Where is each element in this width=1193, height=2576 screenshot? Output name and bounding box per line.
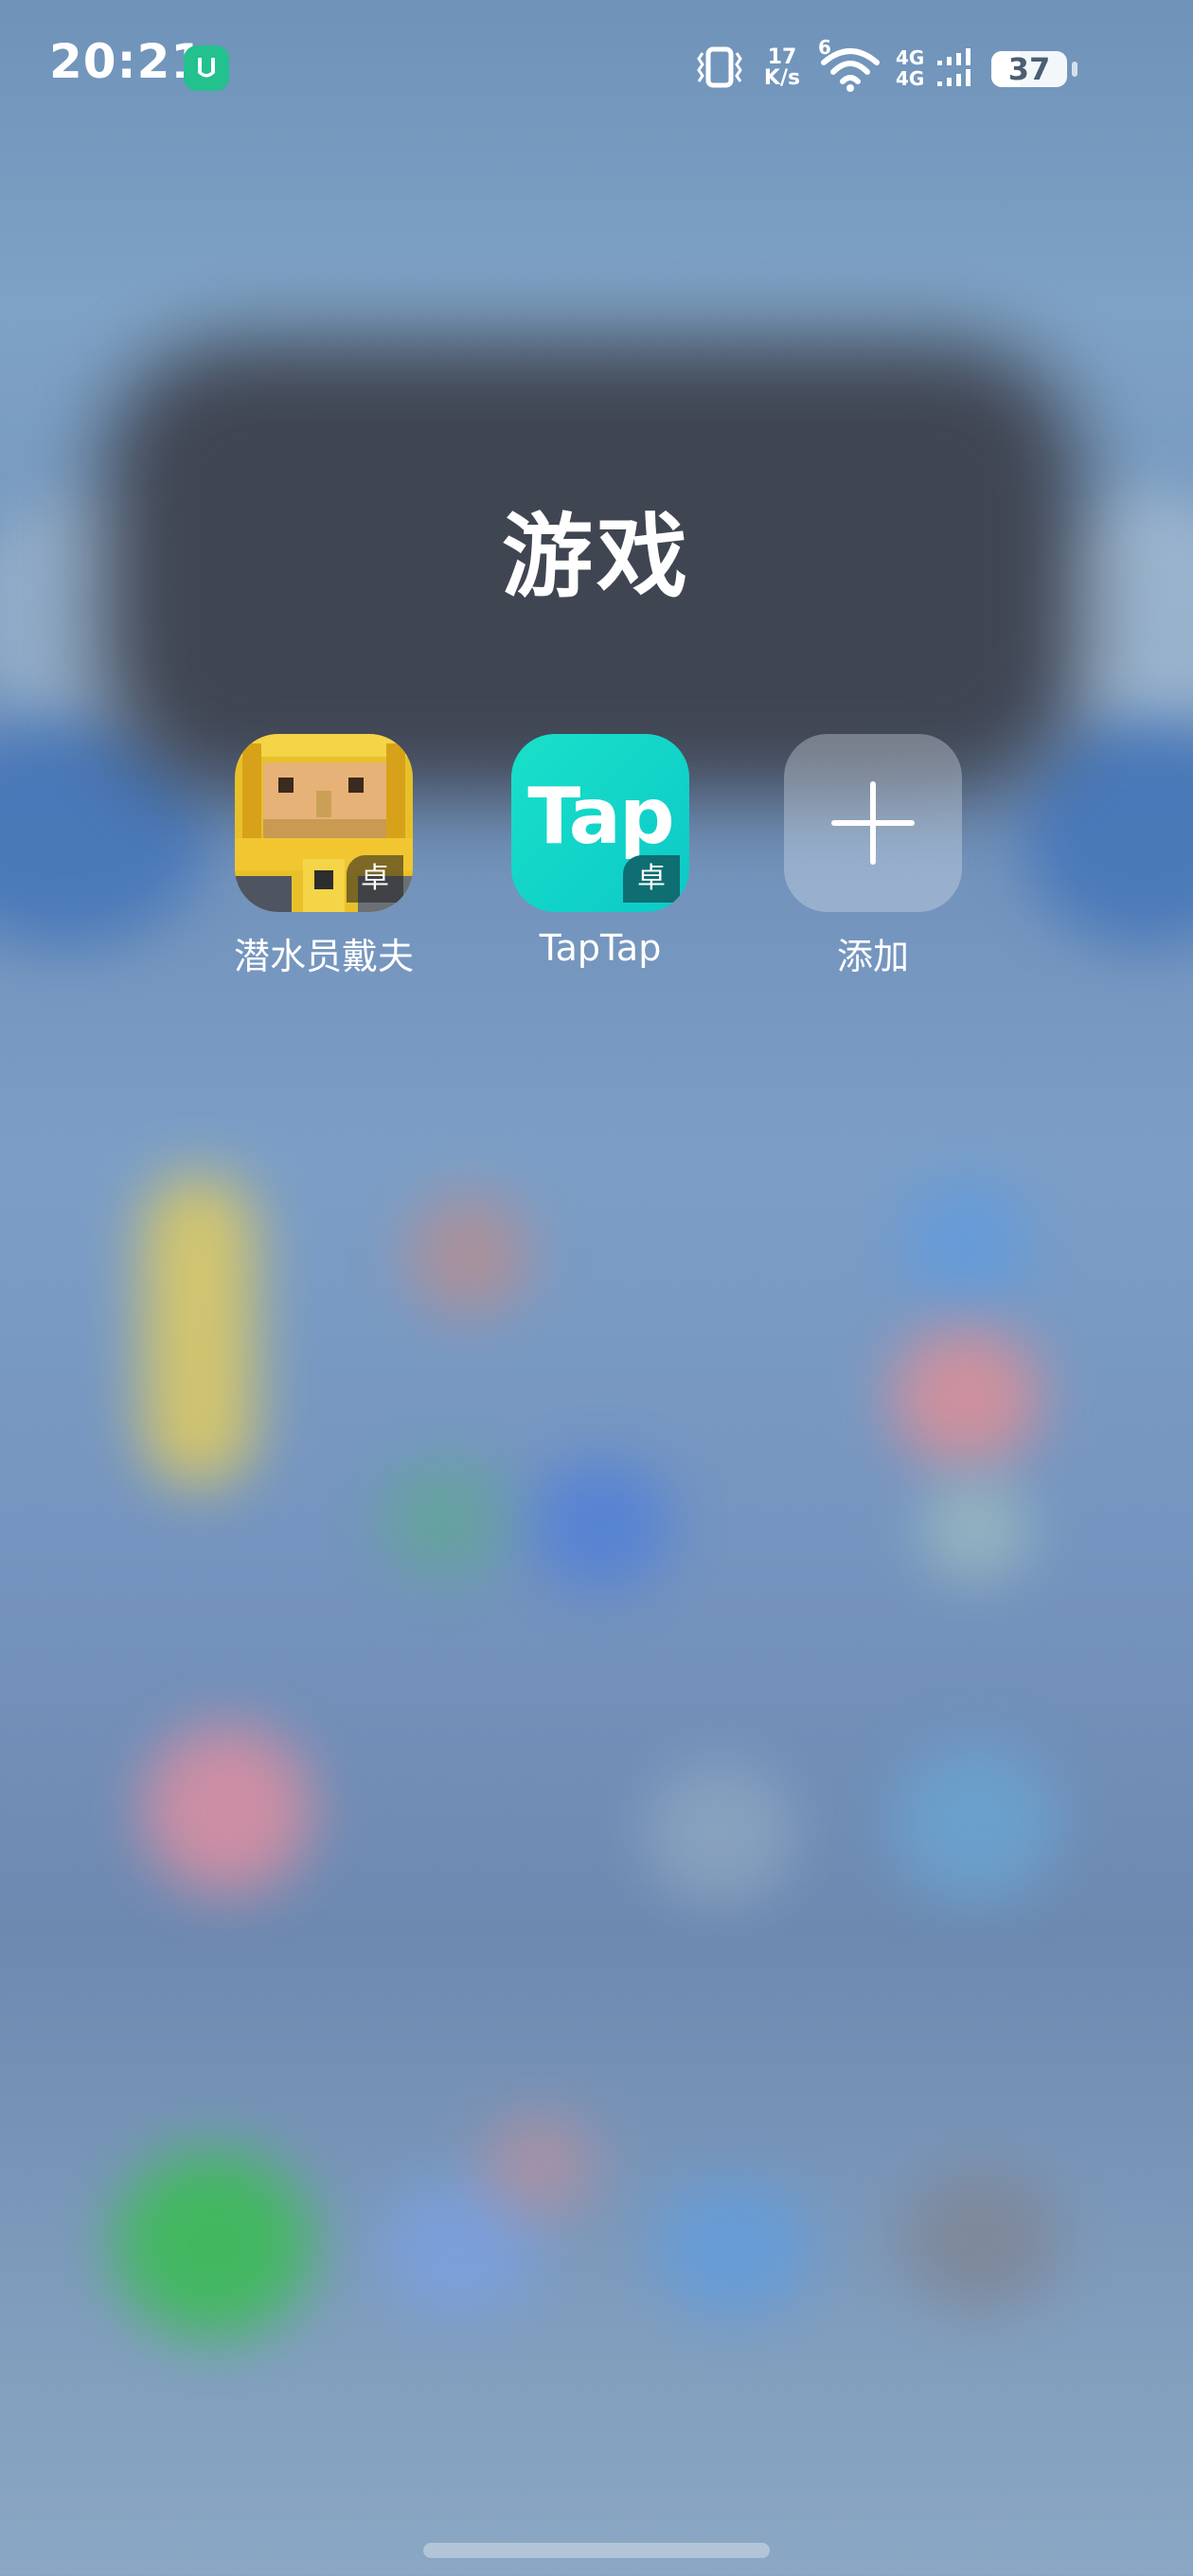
status-bar: 20:21 17 K/s 6 4G 4G 37 [0, 0, 1193, 142]
app-badge: 卓 [623, 855, 680, 903]
net-speed-unit: K/s [763, 66, 801, 90]
dave-the-diver-icon[interactable]: 卓 [235, 734, 413, 912]
app-dave-the-diver[interactable]: 卓 潜水员戴夫 [206, 734, 434, 980]
status-time: 20:21 [49, 34, 205, 89]
taptap-logo-text: Tap [527, 772, 674, 862]
add-app-button[interactable]: 添加 [756, 734, 983, 980]
wifi-icon: 6 [818, 36, 881, 93]
app-badge: 卓 [347, 855, 403, 903]
network-type-1: 4G [896, 46, 925, 69]
app-label: TapTap [539, 927, 662, 969]
battery-icon: 37 [991, 51, 1067, 87]
battery-level: 37 [1007, 51, 1051, 87]
status-indicators: 17 K/s 6 4G 4G 37 [695, 36, 1140, 97]
app-taptap[interactable]: Tap 卓 TapTap [483, 734, 710, 980]
home-indicator[interactable] [423, 2543, 770, 2558]
battery-cap [1072, 62, 1077, 77]
vibrate-icon [695, 45, 744, 89]
app-label: 潜水员戴夫 [233, 936, 414, 977]
net-speed-value: 17 [767, 45, 797, 69]
network-type-2: 4G [896, 67, 925, 90]
net-speed: 17 K/s [758, 47, 806, 89]
add-icon[interactable] [784, 734, 962, 912]
app-label: 添加 [836, 936, 909, 977]
mi-home-icon [184, 45, 229, 91]
wifi-badge: 6 [818, 36, 831, 59]
folder-title[interactable]: 游戏 [0, 483, 1193, 615]
taptap-icon[interactable]: Tap 卓 [511, 734, 689, 912]
signal-icon [935, 47, 977, 89]
network-type: 4G 4G [896, 47, 924, 89]
